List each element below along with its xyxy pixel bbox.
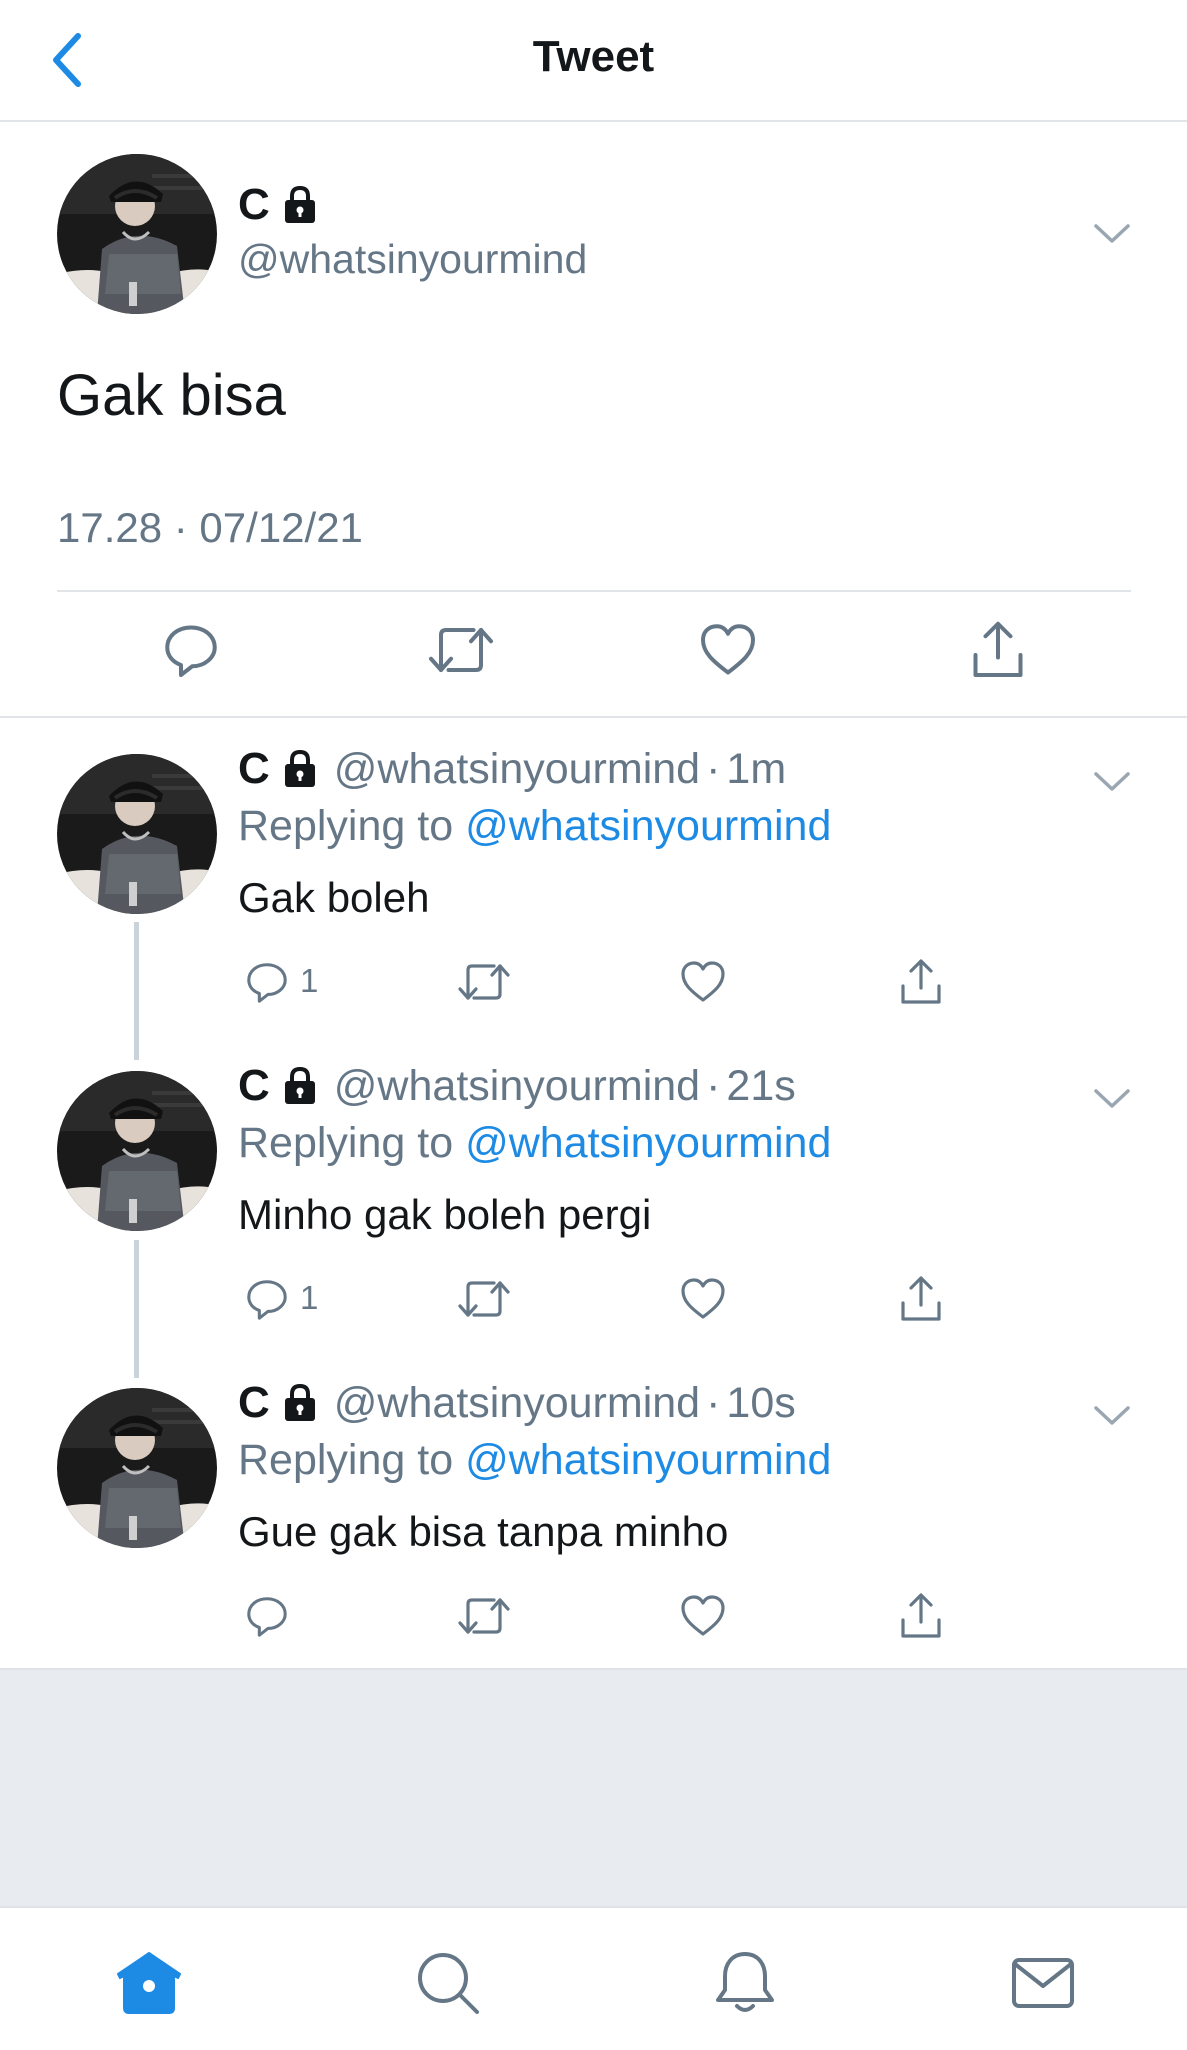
share-icon[interactable] — [968, 618, 1028, 682]
relative-time: 21s — [726, 1061, 796, 1110]
tweet-text: Minho gak boleh pergi — [238, 1191, 652, 1238]
page-title: Tweet — [532, 32, 655, 81]
bottom-tab-bar — [0, 1906, 1187, 2050]
share-icon[interactable] — [897, 1271, 945, 1327]
reply-icon[interactable] — [244, 954, 290, 1010]
replying-prefix: Replying to — [238, 802, 466, 850]
author-handle[interactable]: @whatsinyourmind — [238, 236, 587, 283]
author-name[interactable]: C — [238, 1378, 270, 1428]
top-nav-bar: Tweet — [0, 0, 1187, 122]
retweet-icon[interactable] — [456, 1271, 512, 1327]
like-icon[interactable] — [679, 954, 727, 1010]
reply-header: C @whatsinyourmind · 10s — [238, 1378, 796, 1428]
relative-time: 1m — [726, 744, 787, 793]
separator-dot: · — [706, 1061, 721, 1110]
tweet-text: Gue gak bisa tanpa minho — [238, 1508, 729, 1555]
tweet-actions — [0, 1588, 1187, 1648]
author-handle[interactable]: @whatsinyourmind — [334, 745, 700, 794]
chevron-down-icon[interactable] — [1092, 770, 1132, 794]
author-row: C — [238, 180, 320, 230]
reply-header: C @whatsinyourmind · 1m — [238, 744, 786, 794]
chevron-down-icon[interactable] — [1092, 1087, 1132, 1111]
avatar[interactable] — [57, 1071, 217, 1231]
reply-count: 1 — [300, 962, 319, 999]
author-handle[interactable]: @whatsinyourmind — [334, 1379, 700, 1428]
tweet-timestamp: 17.28 · 07/12/21 — [57, 504, 363, 551]
retweet-icon[interactable] — [426, 618, 496, 682]
mention-link[interactable]: @whatsinyourmind — [465, 1119, 831, 1167]
reply-tweet[interactable]: C @whatsinyourmind · 21s Replying to @wh… — [0, 1035, 1187, 1353]
replying-to: Replying to @whatsinyourmind — [238, 1119, 831, 1168]
replying-to: Replying to @whatsinyourmind — [238, 1436, 831, 1485]
tweet-actions: 1 — [0, 954, 1187, 1014]
author-name[interactable]: C — [238, 180, 270, 230]
share-icon[interactable] — [897, 1588, 945, 1644]
reply-icon[interactable] — [161, 618, 221, 682]
replying-prefix: Replying to — [238, 1436, 466, 1484]
tweet-actions — [0, 618, 1187, 690]
reply-icon[interactable] — [244, 1271, 290, 1327]
reply-icon[interactable] — [244, 1588, 290, 1644]
separator-dot: · — [706, 1378, 721, 1427]
like-icon[interactable] — [698, 618, 758, 682]
search-icon[interactable] — [413, 1948, 483, 2018]
reply-header: C @whatsinyourmind · 21s — [238, 1061, 796, 1111]
lock-icon — [280, 185, 320, 225]
retweet-icon[interactable] — [456, 1588, 512, 1644]
reply-tweet[interactable]: C @whatsinyourmind · 1m Replying to @wha… — [0, 718, 1187, 1036]
reply-tweet[interactable]: C @whatsinyourmind · 10s Replying to @wh… — [0, 1352, 1187, 1670]
lock-icon — [280, 749, 320, 789]
like-icon[interactable] — [679, 1271, 727, 1327]
messages-icon[interactable] — [1008, 1948, 1078, 2018]
home-icon[interactable] — [114, 1948, 184, 2018]
chevron-down-icon[interactable] — [1092, 222, 1132, 246]
author-handle[interactable]: @whatsinyourmind — [334, 1062, 700, 1111]
retweet-icon[interactable] — [456, 954, 512, 1010]
reply-count: 1 — [300, 1279, 319, 1316]
avatar[interactable] — [57, 754, 217, 914]
tweet-text: Gak boleh — [238, 874, 430, 921]
lock-icon — [280, 1066, 320, 1106]
mention-link[interactable]: @whatsinyourmind — [465, 802, 831, 850]
empty-area — [0, 1668, 1187, 1908]
divider — [57, 590, 1131, 592]
author-name[interactable]: C — [238, 744, 270, 794]
author-name[interactable]: C — [238, 1061, 270, 1111]
lock-icon — [280, 1383, 320, 1423]
replying-to: Replying to @whatsinyourmind — [238, 802, 831, 851]
separator-dot: · — [706, 744, 721, 793]
tweet-text: Gak bisa — [57, 363, 286, 428]
notifications-icon[interactable] — [710, 1948, 780, 2018]
tweet-actions: 1 — [0, 1271, 1187, 1331]
chevron-down-icon[interactable] — [1092, 1404, 1132, 1428]
avatar[interactable] — [57, 154, 217, 314]
avatar[interactable] — [57, 1388, 217, 1548]
share-icon[interactable] — [897, 954, 945, 1010]
relative-time: 10s — [726, 1378, 796, 1427]
like-icon[interactable] — [679, 1588, 727, 1644]
replying-prefix: Replying to — [238, 1119, 466, 1167]
mention-link[interactable]: @whatsinyourmind — [465, 1436, 831, 1484]
